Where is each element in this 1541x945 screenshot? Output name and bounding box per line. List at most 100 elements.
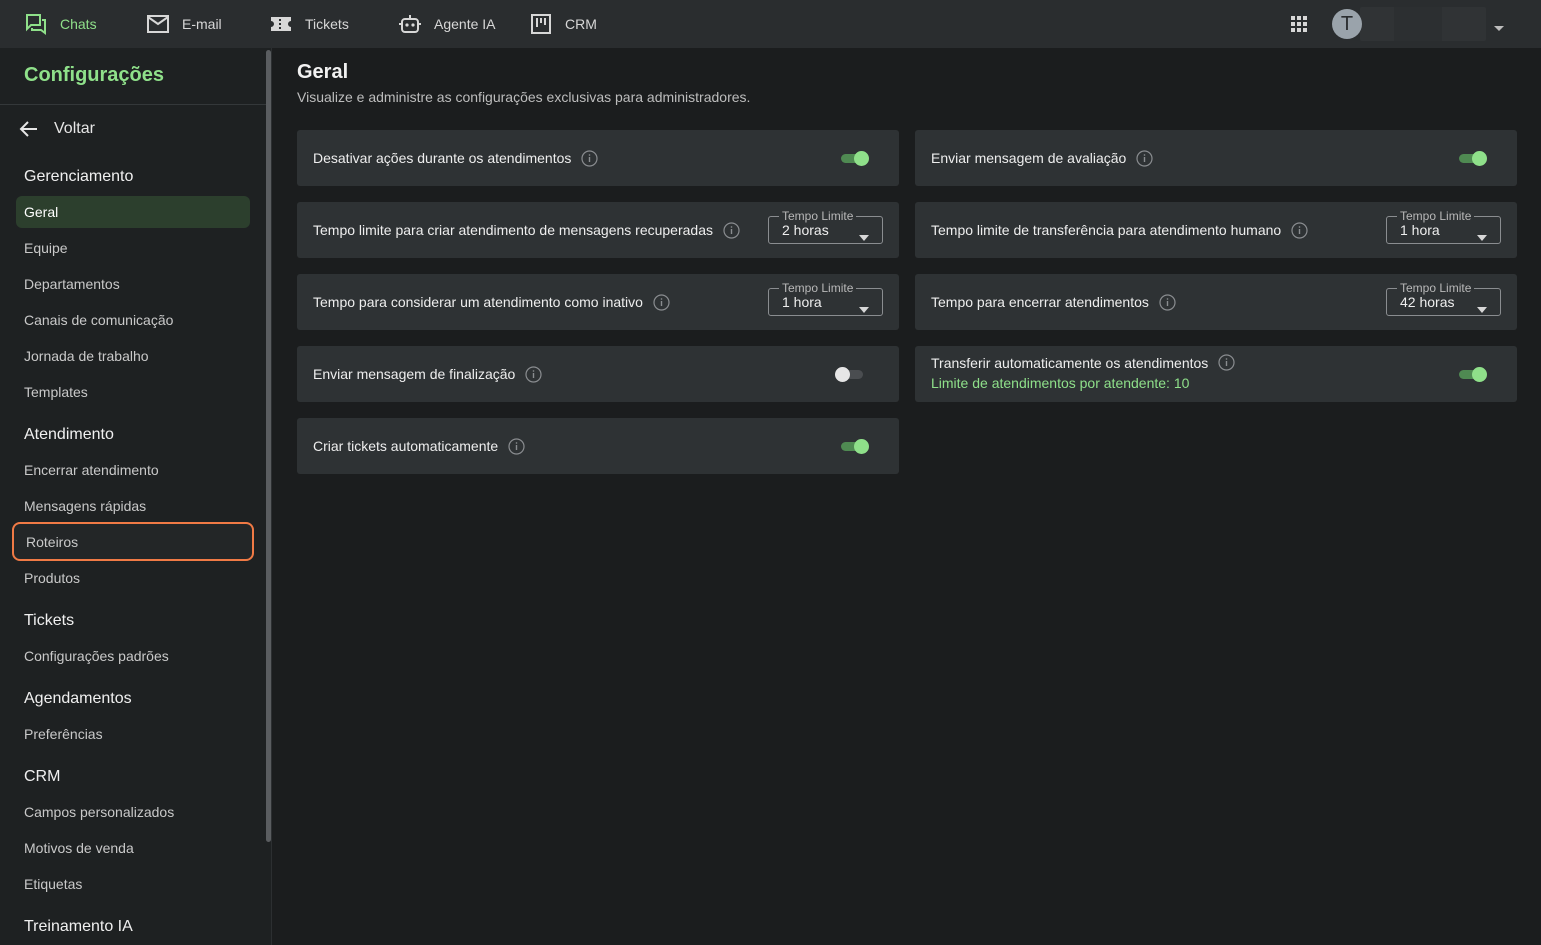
setting-card-tempo-transferencia: Tempo limite de transferência para atend…: [915, 202, 1517, 258]
select-value: 1 hora: [782, 294, 822, 310]
info-icon[interactable]: [1136, 149, 1153, 167]
setting-card-transferir-automaticamente: Transferir automaticamente os atendiment…: [915, 346, 1517, 402]
toggle-mensagem-finalizacao[interactable]: [835, 364, 865, 384]
setting-card-desativar-acoes: Desativar ações durante os atendimentos: [297, 130, 899, 186]
divider: [0, 104, 266, 105]
info-icon[interactable]: [1159, 293, 1176, 311]
info-icon[interactable]: [653, 293, 670, 311]
setting-label: Transferir automaticamente os atendiment…: [931, 354, 1209, 371]
mail-icon: [146, 12, 170, 36]
toggle-transferir-automaticamente[interactable]: [1457, 364, 1487, 384]
setting-label: Tempo para considerar um atendimento com…: [313, 294, 643, 310]
chevron-down-icon[interactable]: [1492, 20, 1506, 31]
toggle-criar-tickets[interactable]: [839, 436, 869, 456]
setting-card-mensagem-finalizacao: Enviar mensagem de finalização: [297, 346, 899, 402]
section-atendimento: Atendimento: [24, 426, 114, 443]
info-icon[interactable]: [1291, 221, 1308, 239]
setting-label: Enviar mensagem de avaliação: [931, 150, 1127, 166]
kanban-icon: [529, 12, 553, 36]
sidebar-item-mensagens-rapidas[interactable]: Mensagens rápidas: [16, 490, 250, 522]
sidebar-title: Configurações: [24, 64, 165, 86]
setting-label: Desativar ações durante os atendimentos: [313, 150, 572, 166]
info-icon[interactable]: [581, 149, 598, 167]
section-gerenciamento: Gerenciamento: [24, 168, 134, 185]
setting-label: Enviar mensagem de finalização: [313, 366, 516, 382]
select-value: 2 horas: [782, 222, 829, 238]
sidebar-item-config-padroes[interactable]: Configurações padrões: [16, 640, 250, 672]
sidebar-item-roteiros[interactable]: Roteiros: [12, 522, 254, 561]
user-name-redacted[interactable]: [1360, 7, 1486, 41]
select-legend: Tempo Limite: [1397, 281, 1475, 295]
sidebar-item-motivos[interactable]: Motivos de venda: [16, 832, 250, 864]
select-tempo-recuperadas[interactable]: Tempo Limite 2 horas: [768, 209, 883, 244]
nav-chats-label: Chats: [60, 16, 97, 32]
robot-icon: [398, 12, 422, 36]
sidebar-item-encerrar[interactable]: Encerrar atendimento: [16, 454, 250, 486]
nav-crm[interactable]: CRM: [529, 0, 597, 48]
select-tempo-transferencia[interactable]: Tempo Limite 1 hora: [1386, 209, 1501, 244]
sidebar-item-etiquetas[interactable]: Etiquetas: [16, 868, 250, 900]
page-subtitle: Visualize e administre as configurações …: [297, 89, 751, 105]
page-title: Geral: [297, 61, 349, 83]
info-icon[interactable]: [508, 437, 525, 455]
nav-agente-ia-label: Agente IA: [434, 16, 496, 32]
caret-down-icon: [859, 300, 869, 313]
setting-card-tempo-recuperadas: Tempo limite para criar atendimento de m…: [297, 202, 899, 258]
toggle-desativar-acoes[interactable]: [839, 148, 869, 168]
sidebar-item-geral[interactable]: Geral: [16, 196, 250, 228]
select-legend: Tempo Limite: [1397, 209, 1475, 223]
setting-label: Tempo para encerrar atendimentos: [931, 294, 1149, 310]
ticket-icon: [269, 12, 293, 36]
sidebar-item-templates[interactable]: Templates: [16, 376, 250, 408]
section-agendamentos: Agendamentos: [24, 690, 132, 707]
caret-down-icon: [1477, 300, 1487, 313]
info-icon[interactable]: [525, 365, 542, 383]
settings-sidebar: Configurações Voltar Gerenciamento Geral…: [0, 48, 272, 945]
info-icon[interactable]: [723, 221, 740, 239]
setting-label: Tempo limite para criar atendimento de m…: [313, 222, 713, 238]
select-tempo-encerrar[interactable]: Tempo Limite 42 horas: [1386, 281, 1501, 316]
sidebar-item-jornada[interactable]: Jornada de trabalho: [16, 340, 250, 372]
nav-tickets[interactable]: Tickets: [269, 0, 349, 48]
setting-card-tempo-inativo: Tempo para considerar um atendimento com…: [297, 274, 899, 330]
nav-tickets-label: Tickets: [305, 16, 349, 32]
apps-grid-icon[interactable]: [1289, 14, 1309, 34]
info-icon[interactable]: [1218, 354, 1235, 371]
chat-icon: [24, 12, 48, 36]
sidebar-item-equipe[interactable]: Equipe: [16, 232, 250, 264]
top-navigation-bar: Chats E-mail Tickets Agente IA CRM T: [0, 0, 1541, 48]
avatar[interactable]: T: [1332, 9, 1362, 39]
section-tickets: Tickets: [24, 612, 75, 629]
back-button[interactable]: Voltar: [18, 118, 95, 140]
setting-card-mensagem-avaliacao: Enviar mensagem de avaliação: [915, 130, 1517, 186]
caret-down-icon: [859, 228, 869, 241]
sidebar-item-campos[interactable]: Campos personalizados: [16, 796, 250, 828]
select-value: 42 horas: [1400, 294, 1455, 310]
nav-email[interactable]: E-mail: [146, 0, 222, 48]
select-value: 1 hora: [1400, 222, 1440, 238]
select-legend: Tempo Limite: [779, 209, 857, 223]
nav-agente-ia[interactable]: Agente IA: [398, 0, 496, 48]
sidebar-scrollbar[interactable]: [266, 50, 271, 842]
arrow-left-icon: [18, 118, 40, 140]
setting-sublabel: Limite de atendimentos por atendente: 10: [931, 375, 1190, 391]
sidebar-item-canais[interactable]: Canais de comunicação: [16, 304, 250, 336]
nav-email-label: E-mail: [182, 16, 222, 32]
setting-card-criar-tickets: Criar tickets automaticamente: [297, 418, 899, 474]
select-tempo-inativo[interactable]: Tempo Limite 1 hora: [768, 281, 883, 316]
setting-label: Criar tickets automaticamente: [313, 438, 499, 454]
section-crm: CRM: [24, 768, 61, 785]
nav-crm-label: CRM: [565, 16, 597, 32]
select-legend: Tempo Limite: [779, 281, 857, 295]
sidebar-item-preferencias[interactable]: Preferências: [16, 718, 250, 750]
section-treinamento-ia: Treinamento IA: [24, 918, 133, 935]
setting-card-tempo-encerrar: Tempo para encerrar atendimentos Tempo L…: [915, 274, 1517, 330]
setting-label: Tempo limite de transferência para atend…: [931, 222, 1282, 238]
sidebar-item-departamentos[interactable]: Departamentos: [16, 268, 250, 300]
avatar-initial: T: [1340, 12, 1354, 35]
toggle-mensagem-avaliacao[interactable]: [1457, 148, 1487, 168]
caret-down-icon: [1477, 228, 1487, 241]
sidebar-item-produtos[interactable]: Produtos: [16, 562, 250, 594]
back-label: Voltar: [54, 120, 95, 137]
nav-chats[interactable]: Chats: [24, 0, 97, 48]
